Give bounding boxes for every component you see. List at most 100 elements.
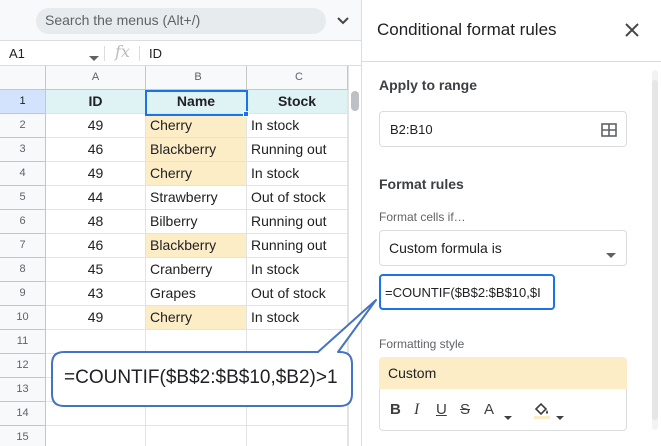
empty-cell[interactable] <box>46 330 146 354</box>
vertical-scrollbar[interactable] <box>348 66 361 446</box>
header-cell-stock[interactable]: Stock <box>247 90 348 114</box>
panel-scrollbar-thumb[interactable] <box>652 80 658 420</box>
row-header-1[interactable]: 1 <box>0 90 46 114</box>
cell-stock[interactable]: Running out <box>247 138 348 162</box>
row-header-13[interactable]: 13 <box>0 378 46 402</box>
range-value: B2:B10 <box>390 122 433 137</box>
menu-search-box[interactable]: Search the menus (Alt+/) <box>36 8 326 34</box>
underline-button[interactable]: U <box>436 401 447 418</box>
range-input[interactable]: B2:B10 <box>379 111 627 147</box>
row-header-15[interactable]: 15 <box>0 426 46 446</box>
callout-formula-text: =COUNTIF($B$2:$B$10,$B2)>1 <box>64 367 338 388</box>
column-header-b[interactable]: B <box>146 66 247 90</box>
row-header-12[interactable]: 12 <box>0 354 46 378</box>
empty-cell[interactable] <box>247 402 348 426</box>
menu-search-placeholder: Search the menus (Alt+/) <box>45 12 201 28</box>
custom-formula-value: =COUNTIF($B$2:$B$10,$I <box>385 285 541 300</box>
empty-cell[interactable] <box>247 330 348 354</box>
italic-button[interactable]: I <box>414 401 419 419</box>
menu-bar: Search the menus (Alt+/) <box>0 0 361 40</box>
cell-name[interactable]: Blackberry <box>146 234 247 258</box>
formatting-style-preview[interactable]: Custom <box>379 357 627 389</box>
column-header-a[interactable]: A <box>46 66 146 90</box>
custom-formula-input[interactable]: =COUNTIF($B$2:$B$10,$I <box>379 274 555 310</box>
panel-title: Conditional format rules <box>377 20 557 39</box>
cell-grid[interactable]: A B C 1 ID Name Stock 2 49 Cherry In stock 3 46 Black… <box>0 66 348 446</box>
cell-id[interactable]: 46 <box>46 234 146 258</box>
chevron-down-icon[interactable] <box>333 9 353 31</box>
row-header-10[interactable]: 10 <box>0 306 46 330</box>
formula-input[interactable]: ID <box>149 46 162 61</box>
fill-color-icon[interactable] <box>532 400 552 425</box>
cell-stock[interactable]: In stock <box>247 258 348 282</box>
cell-id[interactable]: 49 <box>46 306 146 330</box>
formatting-toolbar: B I U S A <box>379 389 627 431</box>
cell-id[interactable]: 49 <box>46 114 146 138</box>
conditional-format-panel: Conditional format rules Apply to range … <box>361 0 661 446</box>
cell-stock[interactable]: In stock <box>247 114 348 138</box>
cell-stock[interactable]: In stock <box>247 306 348 330</box>
condition-select[interactable]: Custom formula is <box>379 230 627 266</box>
cell-id[interactable]: 44 <box>46 186 146 210</box>
cell-name[interactable]: Strawberry <box>146 186 247 210</box>
cell-name[interactable]: Cherry <box>146 306 247 330</box>
cell-id[interactable]: 48 <box>46 210 146 234</box>
text-color-button[interactable]: A <box>484 401 494 418</box>
grid-icon[interactable] <box>601 122 617 143</box>
column-header-c[interactable]: C <box>247 66 348 90</box>
cell-id[interactable]: 46 <box>46 138 146 162</box>
cell-name[interactable]: Cherry <box>146 114 247 138</box>
empty-cell[interactable] <box>146 426 247 446</box>
fill-handle[interactable] <box>243 111 249 117</box>
row-header-7[interactable]: 7 <box>0 234 46 258</box>
row-header-14[interactable]: 14 <box>0 402 46 426</box>
scrollbar-thumb[interactable] <box>351 91 359 111</box>
cell-id[interactable]: 43 <box>46 282 146 306</box>
formula-bar-divider <box>104 46 105 61</box>
empty-cell[interactable] <box>46 402 146 426</box>
cell-id[interactable]: 45 <box>46 258 146 282</box>
cell-stock[interactable]: Running out <box>247 234 348 258</box>
cell-name[interactable]: Cherry <box>146 162 247 186</box>
caret-down-icon[interactable] <box>504 408 512 426</box>
caret-down-icon[interactable] <box>606 246 616 264</box>
row-header-9[interactable]: 9 <box>0 282 46 306</box>
caret-down-icon[interactable] <box>556 408 564 426</box>
panel-divider <box>362 61 661 62</box>
header-cell-name[interactable]: Name <box>146 90 247 114</box>
bold-button[interactable]: B <box>390 401 401 418</box>
cell-name[interactable]: Bilberry <box>146 210 247 234</box>
row-header-4[interactable]: 4 <box>0 162 46 186</box>
empty-cell[interactable] <box>46 426 146 446</box>
cell-stock[interactable]: In stock <box>247 162 348 186</box>
empty-cell[interactable] <box>247 426 348 446</box>
cell-stock[interactable]: Out of stock <box>247 186 348 210</box>
row-header-11[interactable]: 11 <box>0 330 46 354</box>
cell-name[interactable]: Cranberry <box>146 258 247 282</box>
name-box[interactable]: A1 <box>0 41 104 65</box>
condition-value: Custom formula is <box>389 240 502 256</box>
empty-cell[interactable] <box>146 330 247 354</box>
formula-bar-divider <box>139 46 140 61</box>
row-header-2[interactable]: 2 <box>0 114 46 138</box>
cell-stock[interactable]: Out of stock <box>247 282 348 306</box>
close-icon[interactable] <box>624 22 640 38</box>
format-cells-if-label: Format cells if… <box>379 210 466 224</box>
cell-name[interactable]: Grapes <box>146 282 247 306</box>
apply-to-range-label: Apply to range <box>379 77 478 93</box>
name-box-value: A1 <box>9 46 25 61</box>
row-header-8[interactable]: 8 <box>0 258 46 282</box>
select-all-corner[interactable] <box>0 66 46 90</box>
row-header-3[interactable]: 3 <box>0 138 46 162</box>
row-header-6[interactable]: 6 <box>0 210 46 234</box>
style-preview-text: Custom <box>388 365 437 381</box>
empty-cell[interactable] <box>146 402 247 426</box>
strikethrough-button[interactable]: S <box>460 401 470 418</box>
header-cell-id[interactable]: ID <box>46 90 146 114</box>
formula-bar: A1 fx ID <box>0 40 361 66</box>
caret-down-icon[interactable] <box>89 49 99 67</box>
cell-name[interactable]: Blackberry <box>146 138 247 162</box>
cell-id[interactable]: 49 <box>46 162 146 186</box>
cell-stock[interactable]: Running out <box>247 210 348 234</box>
row-header-5[interactable]: 5 <box>0 186 46 210</box>
